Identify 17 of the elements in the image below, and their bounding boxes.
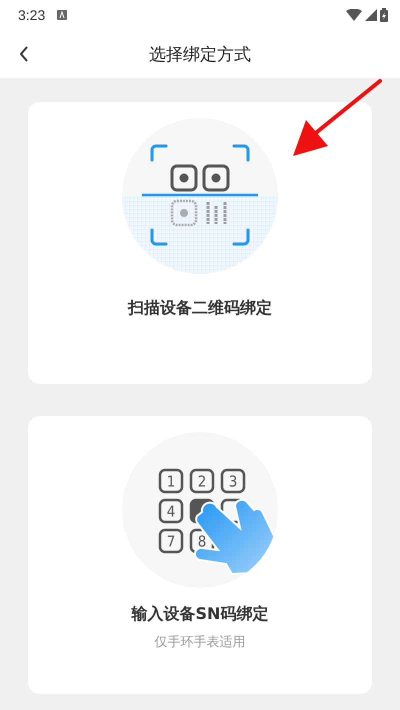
option-title: 扫描设备二维码绑定	[128, 298, 272, 319]
battery-icon	[380, 8, 388, 22]
option-card[interactable]: 扫描设备二维码绑定	[28, 102, 372, 384]
page-title: 选择绑定方式	[149, 44, 251, 66]
keypad-key: 3	[220, 468, 246, 494]
option-subtitle: 仅手环手表适用	[154, 634, 246, 651]
option-title: 输入设备SN码绑定	[132, 604, 268, 625]
status-time: 3:23	[18, 7, 46, 23]
keypad-key: 7	[158, 528, 184, 554]
signal-icon	[365, 9, 377, 21]
notification-icon	[57, 10, 68, 20]
wifi-icon	[346, 9, 362, 21]
back-icon	[20, 46, 28, 62]
keypad-key: 4	[158, 498, 184, 524]
keypad-key: 1	[158, 468, 184, 494]
keypad-key: 2	[190, 468, 214, 494]
option-card[interactable]: 1 2 3 4 7 8 输入设备SN码绑定 仅手环手表适用	[28, 416, 372, 694]
